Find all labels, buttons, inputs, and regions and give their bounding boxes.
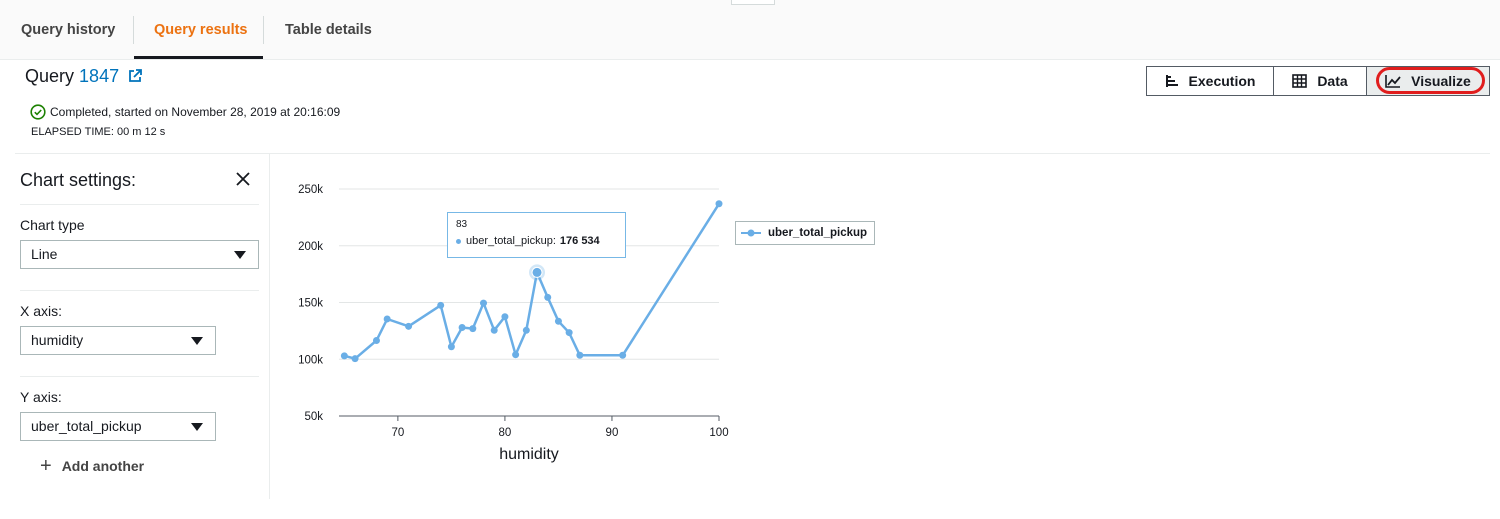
query-status: Completed, started on November 28, 2019 … <box>30 104 340 120</box>
data-point <box>576 351 584 359</box>
chart-legend[interactable]: uber_total_pickup <box>735 221 875 245</box>
chart-tooltip: 83 uber_total_pickup: 176 534 <box>447 212 626 258</box>
x-axis-label: X axis: <box>20 303 63 319</box>
add-another-button[interactable]: + Add another <box>40 455 145 477</box>
elapsed-time: ELAPSED TIME: 00 m 12 s <box>31 126 166 138</box>
tooltip-series-name: uber_total_pickup: <box>466 235 556 247</box>
chart-type-select[interactable]: Line <box>20 240 259 269</box>
settings-divider <box>20 376 259 377</box>
y-tick-label: 200k <box>298 241 323 253</box>
chart-type-label: Chart type <box>20 217 85 233</box>
data-point <box>512 351 520 359</box>
chevron-down-icon <box>191 423 203 431</box>
data-point <box>340 352 348 360</box>
data-point <box>619 351 627 359</box>
y-tick-label: 50k <box>304 411 323 423</box>
close-icon[interactable] <box>235 171 251 187</box>
tab-table-details[interactable]: Table details <box>285 0 372 59</box>
data-button[interactable]: Data <box>1273 66 1367 96</box>
success-check-icon <box>30 104 46 120</box>
x-axis-select[interactable]: humidity <box>20 326 216 355</box>
data-point <box>458 323 466 331</box>
tooltip-value: 176 534 <box>559 235 600 247</box>
data-point <box>544 293 552 301</box>
tab-query-history[interactable]: Query history <box>21 0 115 59</box>
legend-marker-icon <box>741 229 761 237</box>
y-tick-label: 250k <box>298 184 323 196</box>
x-tick-label: 80 <box>499 427 512 439</box>
chevron-down-icon <box>191 337 203 345</box>
settings-panel-border <box>269 154 270 499</box>
plus-icon: + <box>40 455 52 477</box>
chart-type-value: Line <box>31 246 58 262</box>
query-title: Query 1847 <box>25 66 119 87</box>
tooltip-x-value: 83 <box>456 219 468 230</box>
chevron-down-icon <box>234 251 246 259</box>
add-another-label: Add another <box>61 458 145 474</box>
results-tab-bar: Query history Query results Table detail… <box>0 0 1500 60</box>
x-axis-title: humidity <box>499 446 559 463</box>
y-axis-value: uber_total_pickup <box>31 418 142 434</box>
data-point <box>565 329 573 337</box>
tab-separator <box>133 16 134 44</box>
data-point <box>383 315 391 323</box>
visualize-button[interactable]: Visualize <box>1366 66 1490 96</box>
tab-separator <box>263 16 264 44</box>
tab-query-results[interactable]: Query results <box>154 0 248 59</box>
data-point <box>715 200 723 208</box>
y-axis-label: Y axis: <box>20 389 62 405</box>
y-axis-select[interactable]: uber_total_pickup <box>20 412 216 441</box>
settings-divider <box>20 204 259 205</box>
visualize-label: Visualize <box>1411 73 1471 89</box>
data-point <box>531 266 543 278</box>
data-point <box>554 317 562 325</box>
data-point <box>405 322 413 330</box>
settings-divider <box>20 290 259 291</box>
status-text: Completed, started on November 28, 2019 … <box>50 105 341 119</box>
x-tick-label: 100 <box>709 427 728 439</box>
data-point <box>447 343 455 351</box>
data-point <box>351 355 359 363</box>
x-axis-value: humidity <box>31 332 84 348</box>
data-point <box>437 301 445 309</box>
x-tick-label: 70 <box>391 427 404 439</box>
external-link-icon[interactable] <box>128 69 142 83</box>
line-chart-icon <box>1385 75 1401 88</box>
active-tab-indicator <box>134 56 263 59</box>
data-label: Data <box>1317 73 1348 89</box>
section-divider <box>15 153 1490 154</box>
execution-button[interactable]: Execution <box>1146 66 1274 96</box>
data-point <box>480 299 488 307</box>
data-point <box>469 325 477 333</box>
data-point <box>522 326 530 334</box>
table-grid-icon <box>1292 74 1308 88</box>
data-point <box>372 337 380 345</box>
tooltip-row: uber_total_pickup: 176 534 <box>456 235 617 247</box>
query-title-prefix: Query <box>25 66 75 86</box>
y-tick-label: 150k <box>298 298 323 310</box>
y-tick-label: 100k <box>298 354 323 366</box>
data-point <box>490 326 498 334</box>
query-id-link[interactable]: 1847 <box>79 66 119 86</box>
execution-icon <box>1165 75 1178 87</box>
chart-settings-title: Chart settings: <box>20 170 137 190</box>
series-dot-icon <box>456 238 461 244</box>
execution-label: Execution <box>1188 73 1256 89</box>
data-point <box>501 313 509 321</box>
legend-label: uber_total_pickup <box>768 227 868 239</box>
resize-handle[interactable] <box>731 0 775 5</box>
x-tick-label: 90 <box>606 427 619 439</box>
